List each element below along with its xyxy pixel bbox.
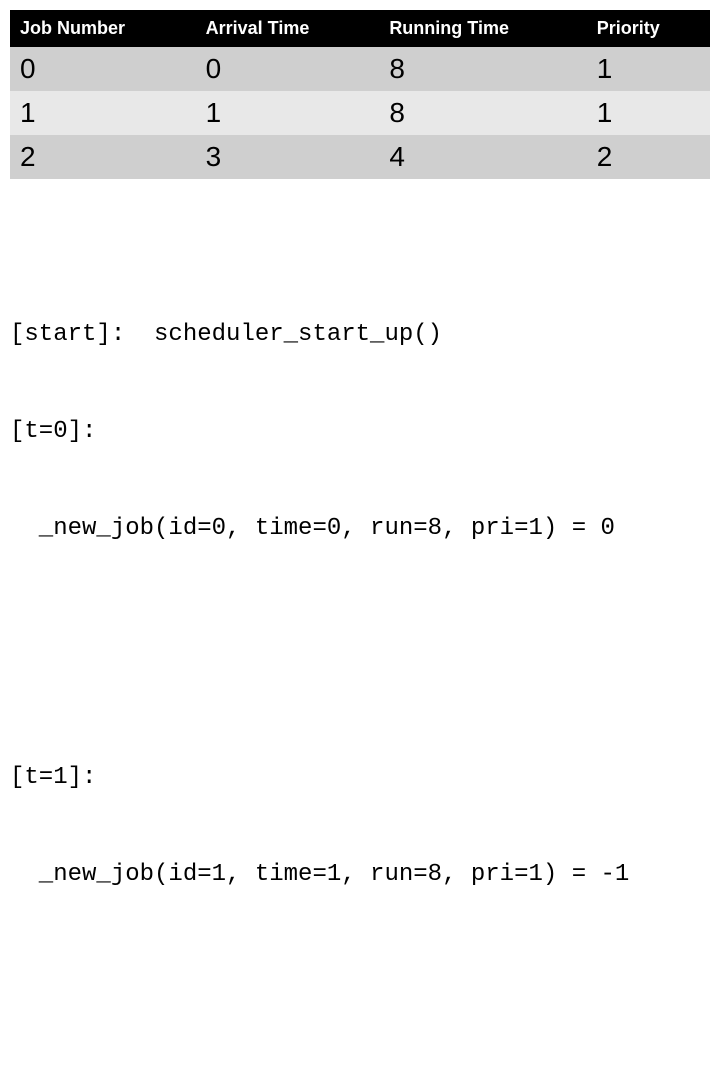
cell-running: 8 [379,91,586,135]
cell-arrival: 1 [196,91,380,135]
log-block-0: [start]: scheduler_start_up() [t=0]: _ne… [10,254,710,610]
cell-job: 1 [10,91,196,135]
log-block-2: [t=2]: (Nothing happens, no calls to you… [10,1043,710,1080]
log-line: _new_job(id=0, time=0, run=8, pri=1) = 0 [10,513,710,545]
col-job-number: Job Number [10,10,196,47]
cell-job: 0 [10,47,196,91]
log-line: [t=1]: [10,762,710,794]
cell-running: 4 [379,135,586,179]
cell-priority: 2 [587,135,710,179]
log-line: _new_job(id=1, time=1, run=8, pri=1) = -… [10,859,710,891]
cell-priority: 1 [587,91,710,135]
log-block-1: [t=1]: _new_job(id=1, time=1, run=8, pri… [10,697,710,956]
col-running-time: Running Time [379,10,586,47]
cell-running: 8 [379,47,586,91]
table-row: 1 1 8 1 [10,91,710,135]
scheduler-log: [start]: scheduler_start_up() [t=0]: _ne… [10,189,710,1080]
cell-arrival: 3 [196,135,380,179]
cell-priority: 1 [587,47,710,91]
table-row: 2 3 4 2 [10,135,710,179]
col-priority: Priority [587,10,710,47]
log-line: [start]: scheduler_start_up() [10,319,710,351]
table-header-row: Job Number Arrival Time Running Time Pri… [10,10,710,47]
col-arrival-time: Arrival Time [196,10,380,47]
cell-job: 2 [10,135,196,179]
cell-arrival: 0 [196,47,380,91]
job-table: Job Number Arrival Time Running Time Pri… [10,10,710,179]
log-line: [t=0]: [10,416,710,448]
table-row: 0 0 8 1 [10,47,710,91]
